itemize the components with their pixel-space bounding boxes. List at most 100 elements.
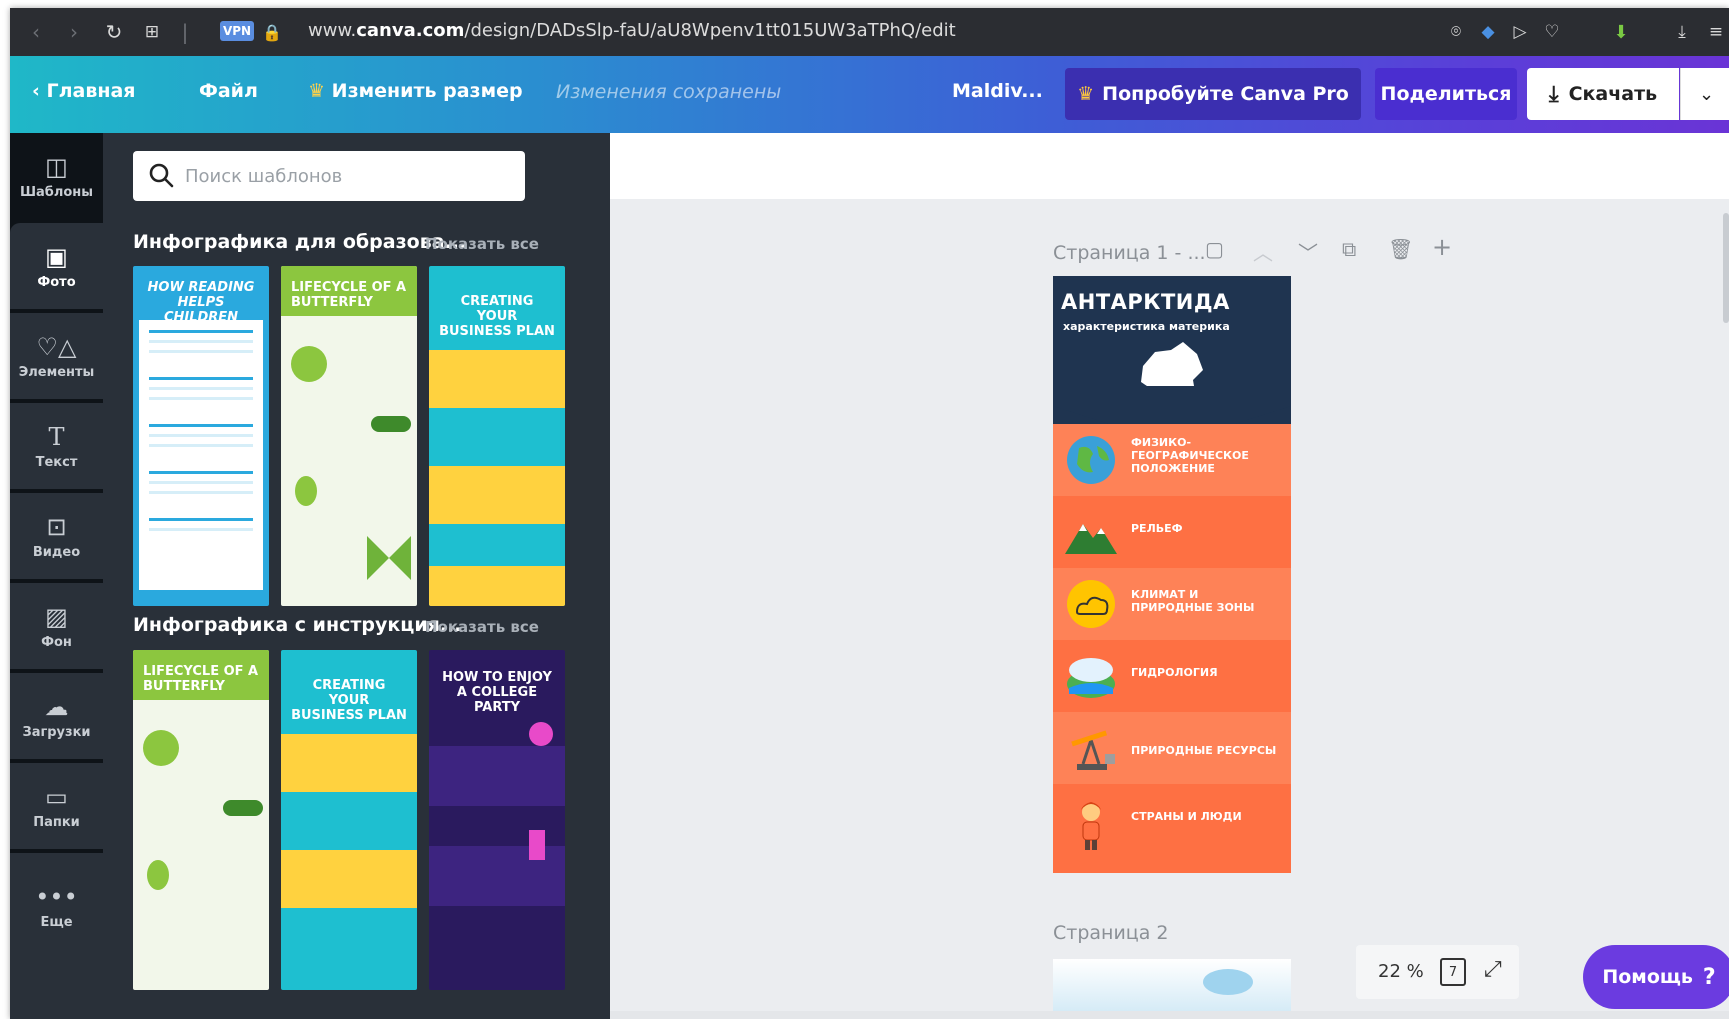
try-pro-label: Попробуйте Canva Pro xyxy=(1102,83,1349,105)
url-domain: canva.com xyxy=(356,20,465,41)
more-icon: ••• xyxy=(35,883,78,911)
rail-label: Фон xyxy=(41,634,72,650)
show-all-link[interactable]: Показать все xyxy=(425,618,539,636)
chevron-down-icon[interactable]: ﹀ xyxy=(1298,237,1318,266)
rail-item-templates[interactable]: ◫ Шаблоны xyxy=(10,133,103,219)
photo-icon: ▣ xyxy=(45,242,68,271)
folders-icon: ▭ xyxy=(45,782,68,811)
globe-icon xyxy=(1067,436,1115,484)
template-title: HOW TO ENJOY A COLLEGE PARTY xyxy=(442,670,552,715)
side-rail: ◫ Шаблоны ▣ Фото ♡△ Элементы T Текст ⊡ В… xyxy=(10,133,103,1019)
forward-arrow-icon[interactable]: › xyxy=(62,18,86,46)
notes-icon[interactable]: ▢ xyxy=(1205,237,1224,261)
topic-label: ПРИРОДНЫЕ РЕСУРСЫ xyxy=(1131,744,1277,757)
resize-button[interactable]: ♛ Изменить размер xyxy=(308,80,523,102)
template-thumbnail[interactable]: CREATING YOUR BUSINESS PLAN xyxy=(429,266,565,606)
rail-label: Элементы xyxy=(18,364,95,380)
topic-label: СТРАНЫ И ЛЮДИ xyxy=(1131,810,1242,823)
browser-window: ‹ › ↻ ⊞ | VPN 🔒 www.canva.com/design/DAD… xyxy=(10,8,1729,1019)
rail-item-text[interactable]: T Текст xyxy=(10,403,103,489)
menu-icon[interactable]: ≡ xyxy=(1704,18,1728,46)
page-1-label[interactable]: Страница 1 - ... xyxy=(1053,242,1206,264)
back-arrow-icon[interactable]: ‹ xyxy=(24,18,48,46)
camera-icon[interactable]: ⌾ xyxy=(1444,18,1468,46)
add-page-icon[interactable]: + xyxy=(1432,233,1452,261)
topic-row: ГИДРОЛОГИЯ xyxy=(1053,640,1291,712)
extension-icon[interactable]: ⬇ xyxy=(1608,18,1634,46)
design-title-text: АНТАРКТИДА xyxy=(1061,290,1230,314)
design-page-2[interactable] xyxy=(1053,959,1291,1019)
rail-item-video[interactable]: ⊡ Видео xyxy=(10,493,103,579)
rail-label: Загрузки xyxy=(22,724,91,740)
home-button[interactable]: ‹ Главная xyxy=(32,80,136,102)
templates-icon: ◫ xyxy=(45,152,68,181)
download-options-chevron-icon[interactable]: ⌄ xyxy=(1680,68,1729,120)
rail-item-folders[interactable]: ▭ Папки xyxy=(10,763,103,849)
design-title[interactable]: Maldiv... xyxy=(952,80,1043,102)
try-pro-button[interactable]: ♛ Попробуйте Canva Pro xyxy=(1065,68,1361,120)
chevron-up-icon[interactable]: ︿ xyxy=(1253,237,1273,266)
template-thumbnail[interactable]: LIFECYCLE OF A BUTTERFLY xyxy=(133,650,269,990)
text-icon: T xyxy=(48,422,65,451)
fullscreen-icon[interactable]: ⤢ xyxy=(1484,957,1502,982)
template-body xyxy=(139,320,263,590)
template-band xyxy=(281,850,417,908)
drink-icon xyxy=(529,830,545,860)
rail-item-more[interactable]: ••• Еще xyxy=(10,853,103,1019)
duplicate-page-icon[interactable]: ⧉ xyxy=(1342,237,1356,261)
rail-item-photo[interactable]: ▣ Фото xyxy=(10,223,103,309)
vpn-badge[interactable]: VPN xyxy=(220,21,254,41)
caterpillar-icon xyxy=(371,416,411,432)
rail-item-uploads[interactable]: ☁ Загрузки xyxy=(10,673,103,759)
heart-icon[interactable]: ♡ xyxy=(1540,18,1564,46)
zoom-level[interactable]: 22 % xyxy=(1378,961,1424,982)
chevron-left-icon: ‹ xyxy=(32,80,40,102)
page-grid-button[interactable]: 7 xyxy=(1440,958,1466,986)
rail-item-background[interactable]: ▨ Фон xyxy=(10,583,103,669)
template-thumbnail[interactable]: HOW TO ENJOY A COLLEGE PARTY xyxy=(429,650,565,990)
page-2-label[interactable]: Страница 2 xyxy=(1053,922,1169,944)
shield-icon[interactable]: ◆ xyxy=(1476,18,1500,46)
section-title: Инфографика с инструкция... xyxy=(133,614,462,636)
template-thumbnail[interactable]: CREATING YOUR BUSINESS PLAN xyxy=(281,650,417,990)
template-title: LIFECYCLE OF A BUTTERFLY xyxy=(281,266,417,316)
send-icon[interactable]: ▷ xyxy=(1508,18,1532,46)
share-button[interactable]: Поделиться xyxy=(1375,68,1517,120)
help-button[interactable]: Помощь? xyxy=(1583,945,1729,1009)
template-thumbnail[interactable]: LIFECYCLE OF A BUTTERFLY xyxy=(281,266,417,606)
topic-row: ФИЗИКО-ГЕОГРАФИЧЕСКОЕ ПОЛОЖЕНИЕ xyxy=(1053,424,1291,496)
home-label: Главная xyxy=(46,80,136,102)
editor-header: ‹ Главная Файл ♛ Изменить размер Изменен… xyxy=(10,56,1729,133)
resize-label: Изменить размер xyxy=(331,80,523,102)
leaf-icon xyxy=(143,730,179,766)
speed-dial-icon[interactable]: ⊞ xyxy=(138,18,166,46)
downloads-icon[interactable]: ⤓ xyxy=(1670,18,1694,46)
topic-label: РЕЛЬЕФ xyxy=(1131,522,1183,535)
file-menu-button[interactable]: Файл xyxy=(199,80,258,102)
delete-page-icon[interactable]: 🗑 xyxy=(1388,237,1413,261)
reload-icon[interactable]: ↻ xyxy=(100,18,128,46)
save-status: Изменения сохранены xyxy=(556,81,782,103)
topic-row: СТРАНЫ И ЛЮДИ xyxy=(1053,784,1291,873)
topic-row: КЛИМАТ И ПРИРОДНЫЕ ЗОНЫ xyxy=(1053,568,1291,640)
show-all-link[interactable]: Показать все xyxy=(425,235,539,253)
template-search[interactable] xyxy=(133,151,525,201)
zoom-controls: 22 % 7 ⤢ xyxy=(1356,945,1519,999)
download-button[interactable]: ⤓ Скачать xyxy=(1527,68,1679,120)
vertical-scrollbar[interactable] xyxy=(1723,213,1729,323)
template-thumbnail[interactable]: HOW READING HELPS CHILDREN xyxy=(133,266,269,606)
template-band xyxy=(429,350,565,408)
crown-icon: ♛ xyxy=(1077,83,1095,105)
search-input[interactable] xyxy=(185,161,505,191)
design-page-1[interactable]: АНТАРКТИДА характеристика материка ФИЗИК… xyxy=(1053,276,1291,873)
chrysalis-icon xyxy=(295,476,317,506)
crown-icon: ♛ xyxy=(308,80,326,102)
help-label: Помощь xyxy=(1602,966,1693,988)
video-icon: ⊡ xyxy=(46,512,67,541)
horizontal-scrollbar[interactable] xyxy=(610,1011,1729,1019)
rail-label: Шаблоны xyxy=(19,184,94,200)
rail-label: Еще xyxy=(40,915,73,930)
address-bar[interactable]: www.canva.com/design/DADsSlp-faU/aU8Wpen… xyxy=(308,20,956,41)
oil-pump-icon xyxy=(1071,730,1115,770)
rail-item-elements[interactable]: ♡△ Элементы xyxy=(10,313,103,399)
